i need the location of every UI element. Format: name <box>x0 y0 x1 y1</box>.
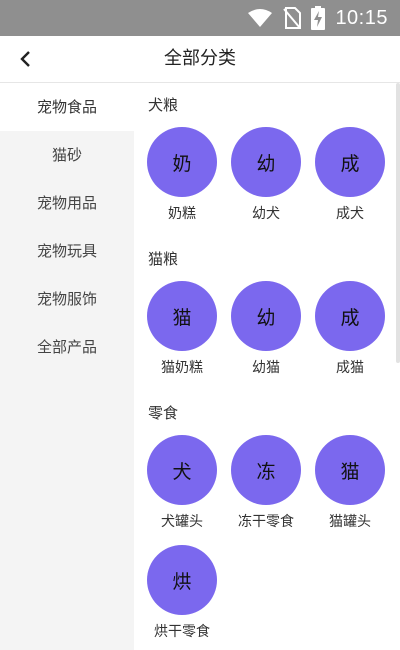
category-avatar: 冻 <box>231 435 301 505</box>
clock-time: 10:15 <box>335 6 388 29</box>
scrollbar[interactable] <box>396 83 400 363</box>
status-icons: 10:15 <box>247 0 388 36</box>
category-section: 猫粮猫猫奶糕幼幼猫成成猫 <box>134 237 400 391</box>
category-item[interactable]: 猫猫罐头 <box>308 435 392 531</box>
category-item[interactable]: 冻冻干零食 <box>224 435 308 531</box>
category-item[interactable]: 幼幼猫 <box>224 281 308 377</box>
category-grid: 犬犬罐头冻冻干零食猫猫罐头烘烘干零食 <box>134 435 400 650</box>
category-avatar: 幼 <box>231 281 301 351</box>
category-item-label: 幼犬 <box>252 206 280 222</box>
category-avatar: 猫 <box>315 435 385 505</box>
category-avatar: 成 <box>315 281 385 351</box>
category-item-label: 奶糕 <box>168 206 196 222</box>
category-avatar: 猫 <box>147 281 217 351</box>
category-item-label: 猫奶糕 <box>161 360 203 376</box>
battery-charging-icon <box>311 6 326 30</box>
category-avatar: 成 <box>315 127 385 197</box>
category-item-label: 成犬 <box>336 206 364 222</box>
title-bar: 全部分类 <box>0 36 400 83</box>
category-item-label: 犬罐头 <box>161 514 203 530</box>
section-title: 猫粮 <box>148 250 179 268</box>
sidebar-item-4[interactable]: 宠物服饰 <box>0 275 134 323</box>
category-item-label: 成猫 <box>336 360 364 376</box>
category-item[interactable]: 幼幼犬 <box>224 127 308 223</box>
category-avatar: 幼 <box>231 127 301 197</box>
category-grid: 猫猫奶糕幼幼猫成成猫 <box>134 281 400 391</box>
page-title: 全部分类 <box>164 48 236 69</box>
section-title: 零食 <box>148 404 179 422</box>
category-item[interactable]: 成成猫 <box>308 281 392 377</box>
category-section: 零食犬犬罐头冻冻干零食猫猫罐头烘烘干零食 <box>134 391 400 650</box>
category-avatar: 奶 <box>147 127 217 197</box>
category-item-label: 猫罐头 <box>329 514 371 530</box>
category-avatar: 犬 <box>147 435 217 505</box>
category-item-label: 幼猫 <box>252 360 280 376</box>
sidebar-item-2[interactable]: 宠物用品 <box>0 179 134 227</box>
section-title: 犬粮 <box>148 96 179 114</box>
sidebar-item-5[interactable]: 全部产品 <box>0 323 134 371</box>
status-bar: 10:15 <box>0 0 400 36</box>
category-item-label: 冻干零食 <box>238 514 294 530</box>
wifi-icon <box>247 8 273 28</box>
category-grid: 奶奶糕幼幼犬成成犬 <box>134 127 400 237</box>
category-item[interactable]: 烘烘干零食 <box>140 545 224 641</box>
category-sidebar: 宠物食品 猫砂 宠物用品 宠物玩具 宠物服饰 全部产品 <box>0 83 134 650</box>
category-content: 犬粮奶奶糕幼幼犬成成犬 猫粮猫猫奶糕幼幼猫成成猫 零食犬犬罐头冻冻干零食猫猫罐头烘烘… <box>134 83 400 650</box>
sidebar-item-1[interactable]: 猫砂 <box>0 131 134 179</box>
sidebar-item-0[interactable]: 宠物食品 <box>0 83 134 131</box>
sidebar-item-3[interactable]: 宠物玩具 <box>0 227 134 275</box>
category-item[interactable]: 猫猫奶糕 <box>140 281 224 377</box>
no-sim-icon <box>283 7 302 29</box>
category-item[interactable]: 成成犬 <box>308 127 392 223</box>
category-section: 犬粮奶奶糕幼幼犬成成犬 <box>134 83 400 237</box>
category-item[interactable]: 犬犬罐头 <box>140 435 224 531</box>
category-item[interactable]: 奶奶糕 <box>140 127 224 223</box>
category-avatar: 烘 <box>147 545 217 615</box>
category-item-label: 烘干零食 <box>154 624 210 640</box>
